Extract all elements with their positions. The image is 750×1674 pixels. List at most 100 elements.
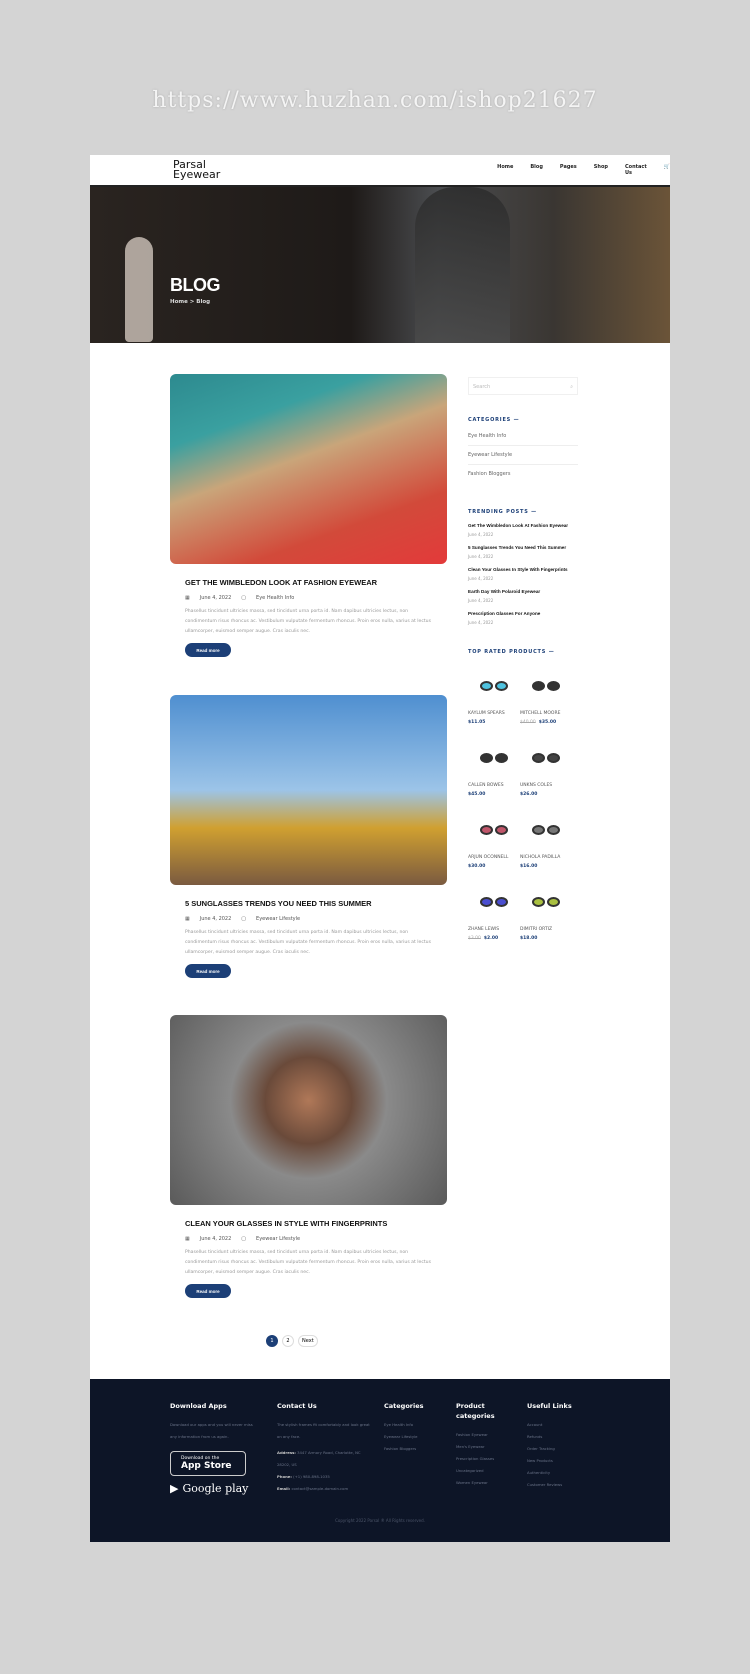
post-category[interactable]: Eye Health Info [256, 595, 294, 601]
trending-date: June 4, 2022 [468, 598, 494, 603]
trending-date: June 4, 2022 [468, 620, 494, 625]
product-card[interactable]: DIMITRI ORTIZ $18.00 [520, 883, 572, 941]
app-store-button[interactable]: Download on the App Store [170, 1451, 246, 1476]
mannequin-image [125, 237, 153, 342]
trending-title[interactable]: Clean Your Glasses In Style With Fingerp… [468, 567, 578, 572]
post-title[interactable]: CLEAN YOUR GLASSES IN STYLE WITH FINGERP… [185, 1219, 447, 1228]
product-name[interactable]: ARJUN OCONNELL [468, 855, 520, 860]
breadcrumb[interactable]: Home > Blog [170, 299, 210, 305]
hero-person-image [415, 187, 510, 343]
sunglasses-image[interactable] [468, 739, 520, 777]
sunglasses-image[interactable] [468, 883, 520, 921]
trending-post[interactable]: 5 Sunglasses Trends You Need This Summer… [468, 545, 578, 559]
trending-title[interactable]: 5 Sunglasses Trends You Need This Summer [468, 545, 578, 550]
next-page[interactable]: Next [298, 1335, 318, 1347]
footer-link[interactable]: New Products [527, 1455, 587, 1467]
read-more-button[interactable]: Read more [185, 1284, 231, 1298]
page-1[interactable]: 1 [266, 1335, 278, 1347]
footer-link[interactable]: Prescription Glasses [456, 1453, 516, 1465]
appstore-big: App Store [181, 1461, 232, 1471]
pagination: 1 2 Next [266, 1335, 318, 1347]
footer-link[interactable]: Authenticity [527, 1467, 587, 1479]
page-2[interactable]: 2 [282, 1335, 294, 1347]
nav-blog[interactable]: Blog [530, 164, 543, 176]
product-card[interactable]: ZHANE LEWIS $3.00 $2.00 [468, 883, 520, 941]
calendar-icon: ▦ [185, 595, 190, 601]
trending-post[interactable]: Clean Your Glasses In Style With Fingerp… [468, 567, 578, 581]
nav-pages[interactable]: Pages [560, 164, 577, 176]
product-name[interactable]: NICHOLA PADILLA [520, 855, 572, 860]
phone[interactable]: (+1) 980-898-1035 [293, 1474, 330, 1479]
product-card[interactable]: UNKNS COLES $26.00 [520, 739, 572, 797]
category-link[interactable]: Fashion Bloggers [468, 465, 578, 483]
footer-link[interactable]: Account [527, 1419, 587, 1431]
category-link[interactable]: Eye Health Info [468, 427, 578, 446]
product-name[interactable]: DIMITRI ORTIZ [520, 927, 572, 932]
post-image[interactable] [170, 695, 447, 885]
footer-link[interactable]: Fashion Bloggers [384, 1443, 444, 1455]
email[interactable]: contact@sample-domain.com [291, 1486, 348, 1491]
sunglasses-image[interactable] [468, 811, 520, 849]
sunglasses-image[interactable] [520, 811, 572, 849]
trending-post[interactable]: Earth Day With Polaroid Eyewear June 4, 2… [468, 589, 578, 603]
nav-shop[interactable]: Shop [594, 164, 608, 176]
post-date: June 4, 2022 [199, 1236, 232, 1242]
product-card[interactable]: KAYLUM SPEARS $11.05 [468, 667, 520, 725]
post-category[interactable]: Eyewear Lifestyle [256, 916, 300, 922]
calendar-icon: ▦ [185, 916, 190, 922]
sunglasses-image[interactable] [520, 883, 572, 921]
post-image[interactable] [170, 1015, 447, 1205]
sunglasses-image[interactable] [520, 667, 572, 705]
product-name[interactable]: CALLEN BOWES [468, 783, 520, 788]
product-name[interactable]: UNKNS COLES [520, 783, 572, 788]
product-card[interactable]: CALLEN BOWES $45.00 [468, 739, 520, 797]
footer-categories-title: Categories [384, 1402, 424, 1410]
nav-home[interactable]: Home [497, 164, 513, 176]
trending-title[interactable]: Prescription Glasses For Anyone [468, 611, 578, 616]
category-link[interactable]: Eyewear Lifestyle [468, 446, 578, 465]
trending-title[interactable]: Earth Day With Polaroid Eyewear [468, 589, 578, 594]
footer-pcat-title: Product categories [456, 1402, 495, 1420]
footer-link[interactable]: Fashion Eyewear [456, 1429, 516, 1441]
footer-link[interactable]: Men's Eyewear [456, 1441, 516, 1453]
search-input[interactable]: Search ⌕ [468, 377, 578, 395]
footer-link[interactable]: Refunds [527, 1431, 587, 1443]
product-card[interactable]: MITCHELL MOORE $40.00 $35.00 [520, 667, 572, 725]
trending-title[interactable]: Get The Wimbledon Look At Fashion Eyewea… [468, 523, 578, 528]
trending-post[interactable]: Prescription Glasses For Anyone June 4, 2… [468, 611, 578, 625]
nav-contact[interactable]: Contact Us [625, 164, 647, 176]
product-card[interactable]: NICHOLA PADILLA $16.00 [520, 811, 572, 869]
product-name[interactable]: KAYLUM SPEARS [468, 711, 520, 716]
folder-icon: ▢ [241, 595, 247, 601]
blog-post: GET THE WIMBLEDON LOOK AT FASHION EYEWEA… [170, 374, 447, 657]
footer-link[interactable]: Order Tracking [527, 1443, 587, 1455]
product-card[interactable]: ARJUN OCONNELL $30.00 [468, 811, 520, 869]
logo[interactable]: Parsal Eyewear [173, 159, 337, 180]
footer-link[interactable]: Eye Health Info [384, 1419, 444, 1431]
sunglasses-image[interactable] [468, 667, 520, 705]
product-name[interactable]: ZHANE LEWIS [468, 927, 520, 932]
categories-heading: CATEGORIES [468, 417, 578, 423]
email-label: Email: [277, 1486, 291, 1491]
search-icon[interactable]: ⌕ [570, 384, 573, 390]
post-title[interactable]: GET THE WIMBLEDON LOOK AT FASHION EYEWEA… [185, 578, 447, 587]
post-image[interactable] [170, 374, 447, 564]
read-more-button[interactable]: Read more [185, 964, 231, 978]
sunglasses-image[interactable] [520, 739, 572, 777]
post-category[interactable]: Eyewear Lifestyle [256, 1236, 300, 1242]
price: $16.00 [520, 864, 538, 869]
footer-link[interactable]: Women Eyewear [456, 1477, 516, 1489]
trending-post[interactable]: Get The Wimbledon Look At Fashion Eyewea… [468, 523, 578, 537]
read-more-button[interactable]: Read more [185, 643, 231, 657]
footer-link[interactable]: Customer Reviews [527, 1479, 587, 1491]
footer-link[interactable]: Eyewear Lifestyle [384, 1431, 444, 1443]
header: Parsal Eyewear Home Blog Pages Shop Conta… [90, 155, 670, 187]
cart-icon[interactable]: 🛒 [664, 164, 670, 176]
google-play-button[interactable]: ▶ Google play [170, 1482, 260, 1495]
main-nav: Home Blog Pages Shop Contact Us 🛒 [497, 164, 670, 176]
product-price: $11.05 [468, 720, 520, 725]
product-name[interactable]: MITCHELL MOORE [520, 711, 572, 716]
footer: Download Apps Download our apps and you … [90, 1379, 670, 1542]
post-title[interactable]: 5 SUNGLASSES TRENDS YOU NEED THIS SUMMER [185, 899, 447, 908]
footer-link[interactable]: Uncategorized [456, 1465, 516, 1477]
